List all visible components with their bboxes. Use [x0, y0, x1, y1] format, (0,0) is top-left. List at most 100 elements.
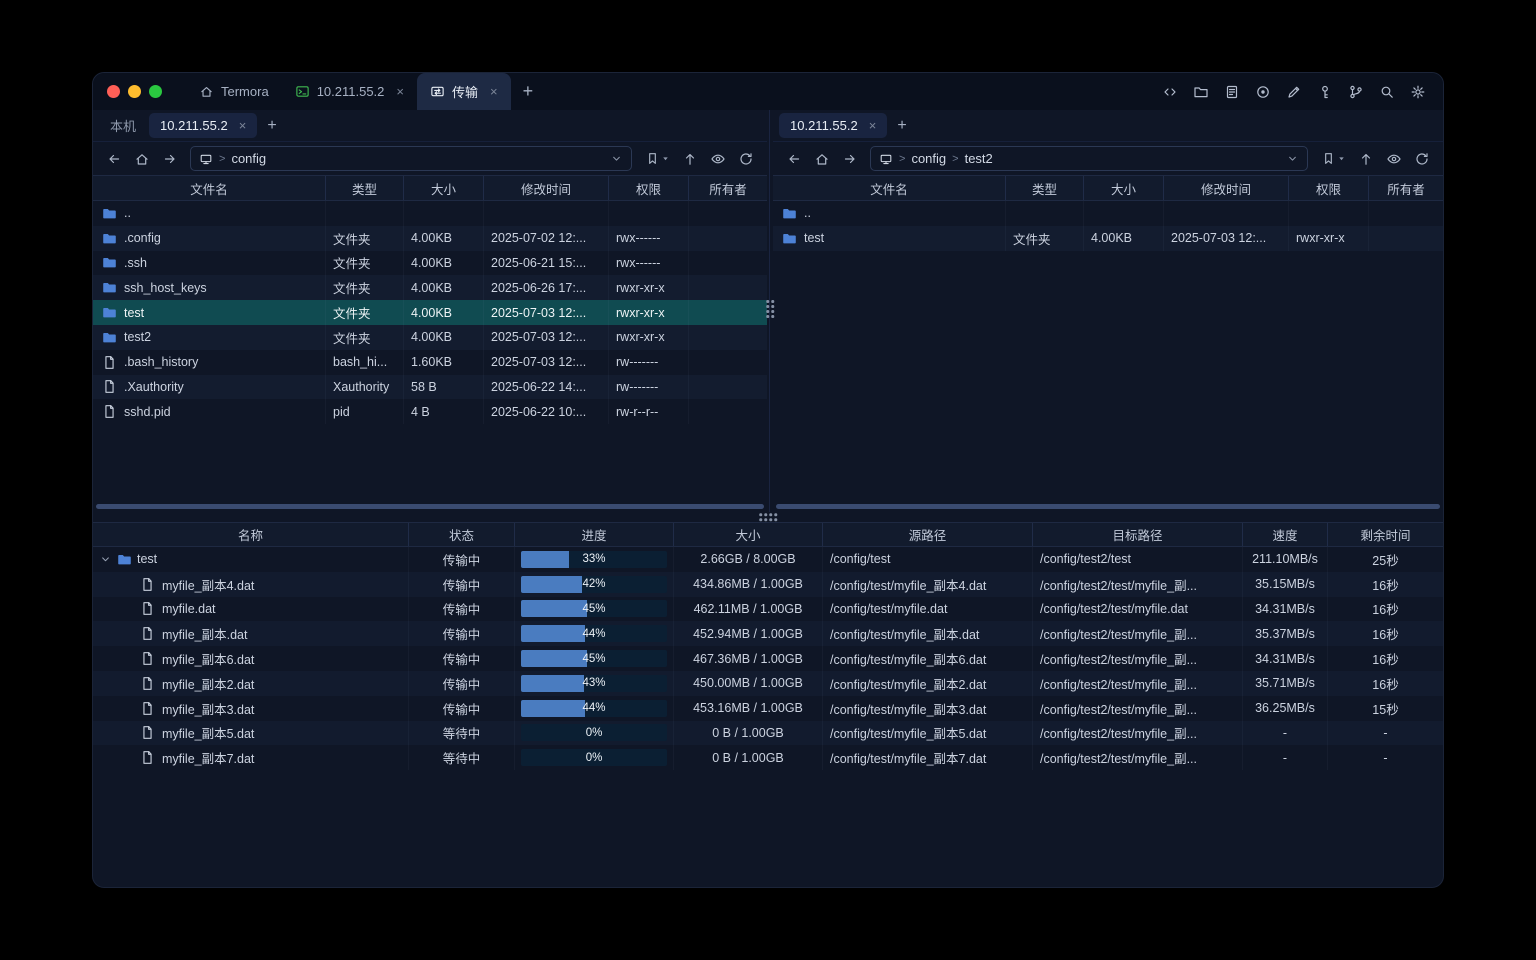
file-row[interactable]: ssh_host_keys文件夹4.00KB2025-06-26 17:...r… — [93, 275, 767, 300]
forward-button[interactable] — [838, 147, 862, 171]
bookmark-button[interactable] — [640, 147, 674, 171]
transfer-row[interactable]: myfile_副本5.dat等待中0%0 B / 1.00GB/config/t… — [93, 721, 1443, 746]
breadcrumb-segment[interactable]: config — [911, 151, 946, 166]
column-header-0[interactable]: 文件名 — [773, 176, 1006, 200]
column-header-4[interactable]: 权限 — [609, 176, 689, 200]
close-icon[interactable]: × — [490, 84, 498, 99]
transfer-row[interactable]: myfile_副本7.dat等待中0%0 B / 1.00GB/config/t… — [93, 745, 1443, 770]
home-button[interactable] — [130, 147, 154, 171]
branch-button[interactable] — [1343, 79, 1369, 105]
file-name-cell: .. — [773, 201, 1006, 226]
column-header-1[interactable]: 类型 — [326, 176, 404, 200]
vertical-splitter[interactable] — [767, 110, 773, 512]
file-row[interactable]: test文件夹4.00KB2025-07-03 12:...rwxr-xr-x — [93, 300, 767, 325]
column-header-2[interactable]: 大小 — [1084, 176, 1164, 200]
back-button[interactable] — [102, 147, 126, 171]
refresh-button[interactable] — [734, 147, 758, 171]
transfer-column-header-2[interactable]: 进度 — [515, 523, 674, 546]
edit-button[interactable] — [1281, 79, 1307, 105]
horizontal-splitter[interactable] — [93, 512, 1443, 522]
transfer-speed-cell: 34.31MB/s — [1243, 597, 1328, 622]
horizontal-scrollbar[interactable] — [96, 504, 764, 509]
back-button[interactable] — [782, 147, 806, 171]
pane-new-tab-button[interactable]: + — [887, 117, 916, 135]
horizontal-scrollbar[interactable] — [776, 504, 1440, 509]
transfer-column-header-1[interactable]: 状态 — [409, 523, 515, 546]
transfer-row[interactable]: myfile_副本.dat传输中44%452.94MB / 1.00GB/con… — [93, 621, 1443, 646]
pane-tab-10.211.55.2[interactable]: 10.211.55.2× — [779, 113, 887, 138]
breadcrumb-segment[interactable]: test2 — [965, 151, 993, 166]
breadcrumb-segment[interactable]: config — [231, 151, 266, 166]
column-header-3[interactable]: 修改时间 — [1164, 176, 1289, 200]
file-type-cell: 文件夹 — [1006, 226, 1084, 251]
column-header-1[interactable]: 类型 — [1006, 176, 1084, 200]
key-button[interactable] — [1312, 79, 1338, 105]
transfer-name-label: myfile_副本3.dat — [162, 699, 254, 718]
transfer-row[interactable]: myfile.dat传输中45%462.11MB / 1.00GB/config… — [93, 597, 1443, 622]
transfer-column-header-6[interactable]: 速度 — [1243, 523, 1328, 546]
transfer-row[interactable]: test传输中33%2.66GB / 8.00GB/config/test/co… — [93, 547, 1443, 572]
file-row[interactable]: test2文件夹4.00KB2025-07-03 12:...rwxr-xr-x — [93, 325, 767, 350]
file-row[interactable]: .ssh文件夹4.00KB2025-06-21 15:...rwx------ — [93, 251, 767, 276]
file-row[interactable]: sshd.pidpid4 B2025-06-22 10:...rw-r--r-- — [93, 399, 767, 424]
window-tab-传输[interactable]: 传输× — [417, 73, 511, 110]
chevron-down-icon[interactable] — [610, 152, 623, 165]
close-window-button[interactable] — [107, 85, 120, 98]
breadcrumb[interactable]: >config>test2 — [870, 146, 1308, 171]
record-button[interactable] — [1250, 79, 1276, 105]
window-tab-Termora[interactable]: Termora — [186, 73, 282, 110]
code-button[interactable] — [1157, 79, 1183, 105]
file-row[interactable]: .. — [773, 201, 1443, 226]
column-header-3[interactable]: 修改时间 — [484, 176, 609, 200]
transfer-source-cell: /config/test/myfile_副本6.dat — [823, 646, 1033, 671]
forward-button[interactable] — [158, 147, 182, 171]
home-button[interactable] — [810, 147, 834, 171]
column-header-0[interactable]: 文件名 — [93, 176, 326, 200]
file-row[interactable]: .. — [93, 201, 767, 226]
transfer-column-header-7[interactable]: 剩余时间 — [1328, 523, 1443, 546]
show-hidden-button[interactable] — [706, 147, 730, 171]
new-window-tab-button[interactable]: + — [511, 73, 546, 110]
zoom-window-button[interactable] — [149, 85, 162, 98]
transfer-row[interactable]: myfile_副本3.dat传输中44%453.16MB / 1.00GB/co… — [93, 696, 1443, 721]
file-row[interactable]: .config文件夹4.00KB2025-07-02 12:...rwx----… — [93, 226, 767, 251]
transfer-progress-cell: 45% — [515, 597, 674, 622]
transfer-target-cell: /config/test2/test/myfile_副... — [1033, 671, 1243, 696]
transfer-row[interactable]: myfile_副本4.dat传输中42%434.86MB / 1.00GB/co… — [93, 572, 1443, 597]
column-header-2[interactable]: 大小 — [404, 176, 484, 200]
transfer-column-header-3[interactable]: 大小 — [674, 523, 823, 546]
file-row[interactable]: .XauthorityXauthority58 B2025-06-22 14:.… — [93, 375, 767, 400]
close-icon[interactable]: × — [239, 118, 247, 133]
file-row[interactable]: test文件夹4.00KB2025-07-03 12:...rwxr-xr-x — [773, 226, 1443, 251]
search-button[interactable] — [1374, 79, 1400, 105]
transfer-name-label: myfile_副本4.dat — [162, 575, 254, 594]
transfer-column-header-4[interactable]: 源路径 — [823, 523, 1033, 546]
transfer-column-header-0[interactable]: 名称 — [93, 523, 409, 546]
transfer-column-header-5[interactable]: 目标路径 — [1033, 523, 1243, 546]
pane-tab-10.211.55.2[interactable]: 10.211.55.2× — [149, 113, 257, 138]
log-button[interactable] — [1219, 79, 1245, 105]
column-header-5[interactable]: 所有者 — [1369, 176, 1443, 200]
column-header-4[interactable]: 权限 — [1289, 176, 1369, 200]
folder-button[interactable] — [1188, 79, 1214, 105]
upload-button[interactable] — [1354, 147, 1378, 171]
refresh-button[interactable] — [1410, 147, 1434, 171]
upload-button[interactable] — [678, 147, 702, 171]
column-header-5[interactable]: 所有者 — [689, 176, 767, 200]
close-icon[interactable]: × — [869, 118, 877, 133]
show-hidden-button[interactable] — [1382, 147, 1406, 171]
minimize-window-button[interactable] — [128, 85, 141, 98]
collapse-chevron-icon[interactable] — [99, 553, 112, 566]
transfer-row[interactable]: myfile_副本2.dat传输中43%450.00MB / 1.00GB/co… — [93, 671, 1443, 696]
pane-new-tab-button[interactable]: + — [257, 117, 286, 135]
transfer-row[interactable]: myfile_副本6.dat传输中45%467.36MB / 1.00GB/co… — [93, 646, 1443, 671]
breadcrumb[interactable]: >config — [190, 146, 632, 171]
close-icon[interactable]: × — [396, 84, 404, 99]
file-row[interactable]: .bash_historybash_hi...1.60KB2025-07-03 … — [93, 350, 767, 375]
settings-button[interactable] — [1405, 79, 1431, 105]
transfer-name-label: myfile_副本.dat — [162, 624, 247, 643]
pane-tab-本机[interactable]: 本机 — [99, 111, 147, 140]
chevron-down-icon[interactable] — [1286, 152, 1299, 165]
window-tab-10.211.55.2[interactable]: 10.211.55.2× — [282, 73, 417, 110]
bookmark-button[interactable] — [1316, 147, 1350, 171]
